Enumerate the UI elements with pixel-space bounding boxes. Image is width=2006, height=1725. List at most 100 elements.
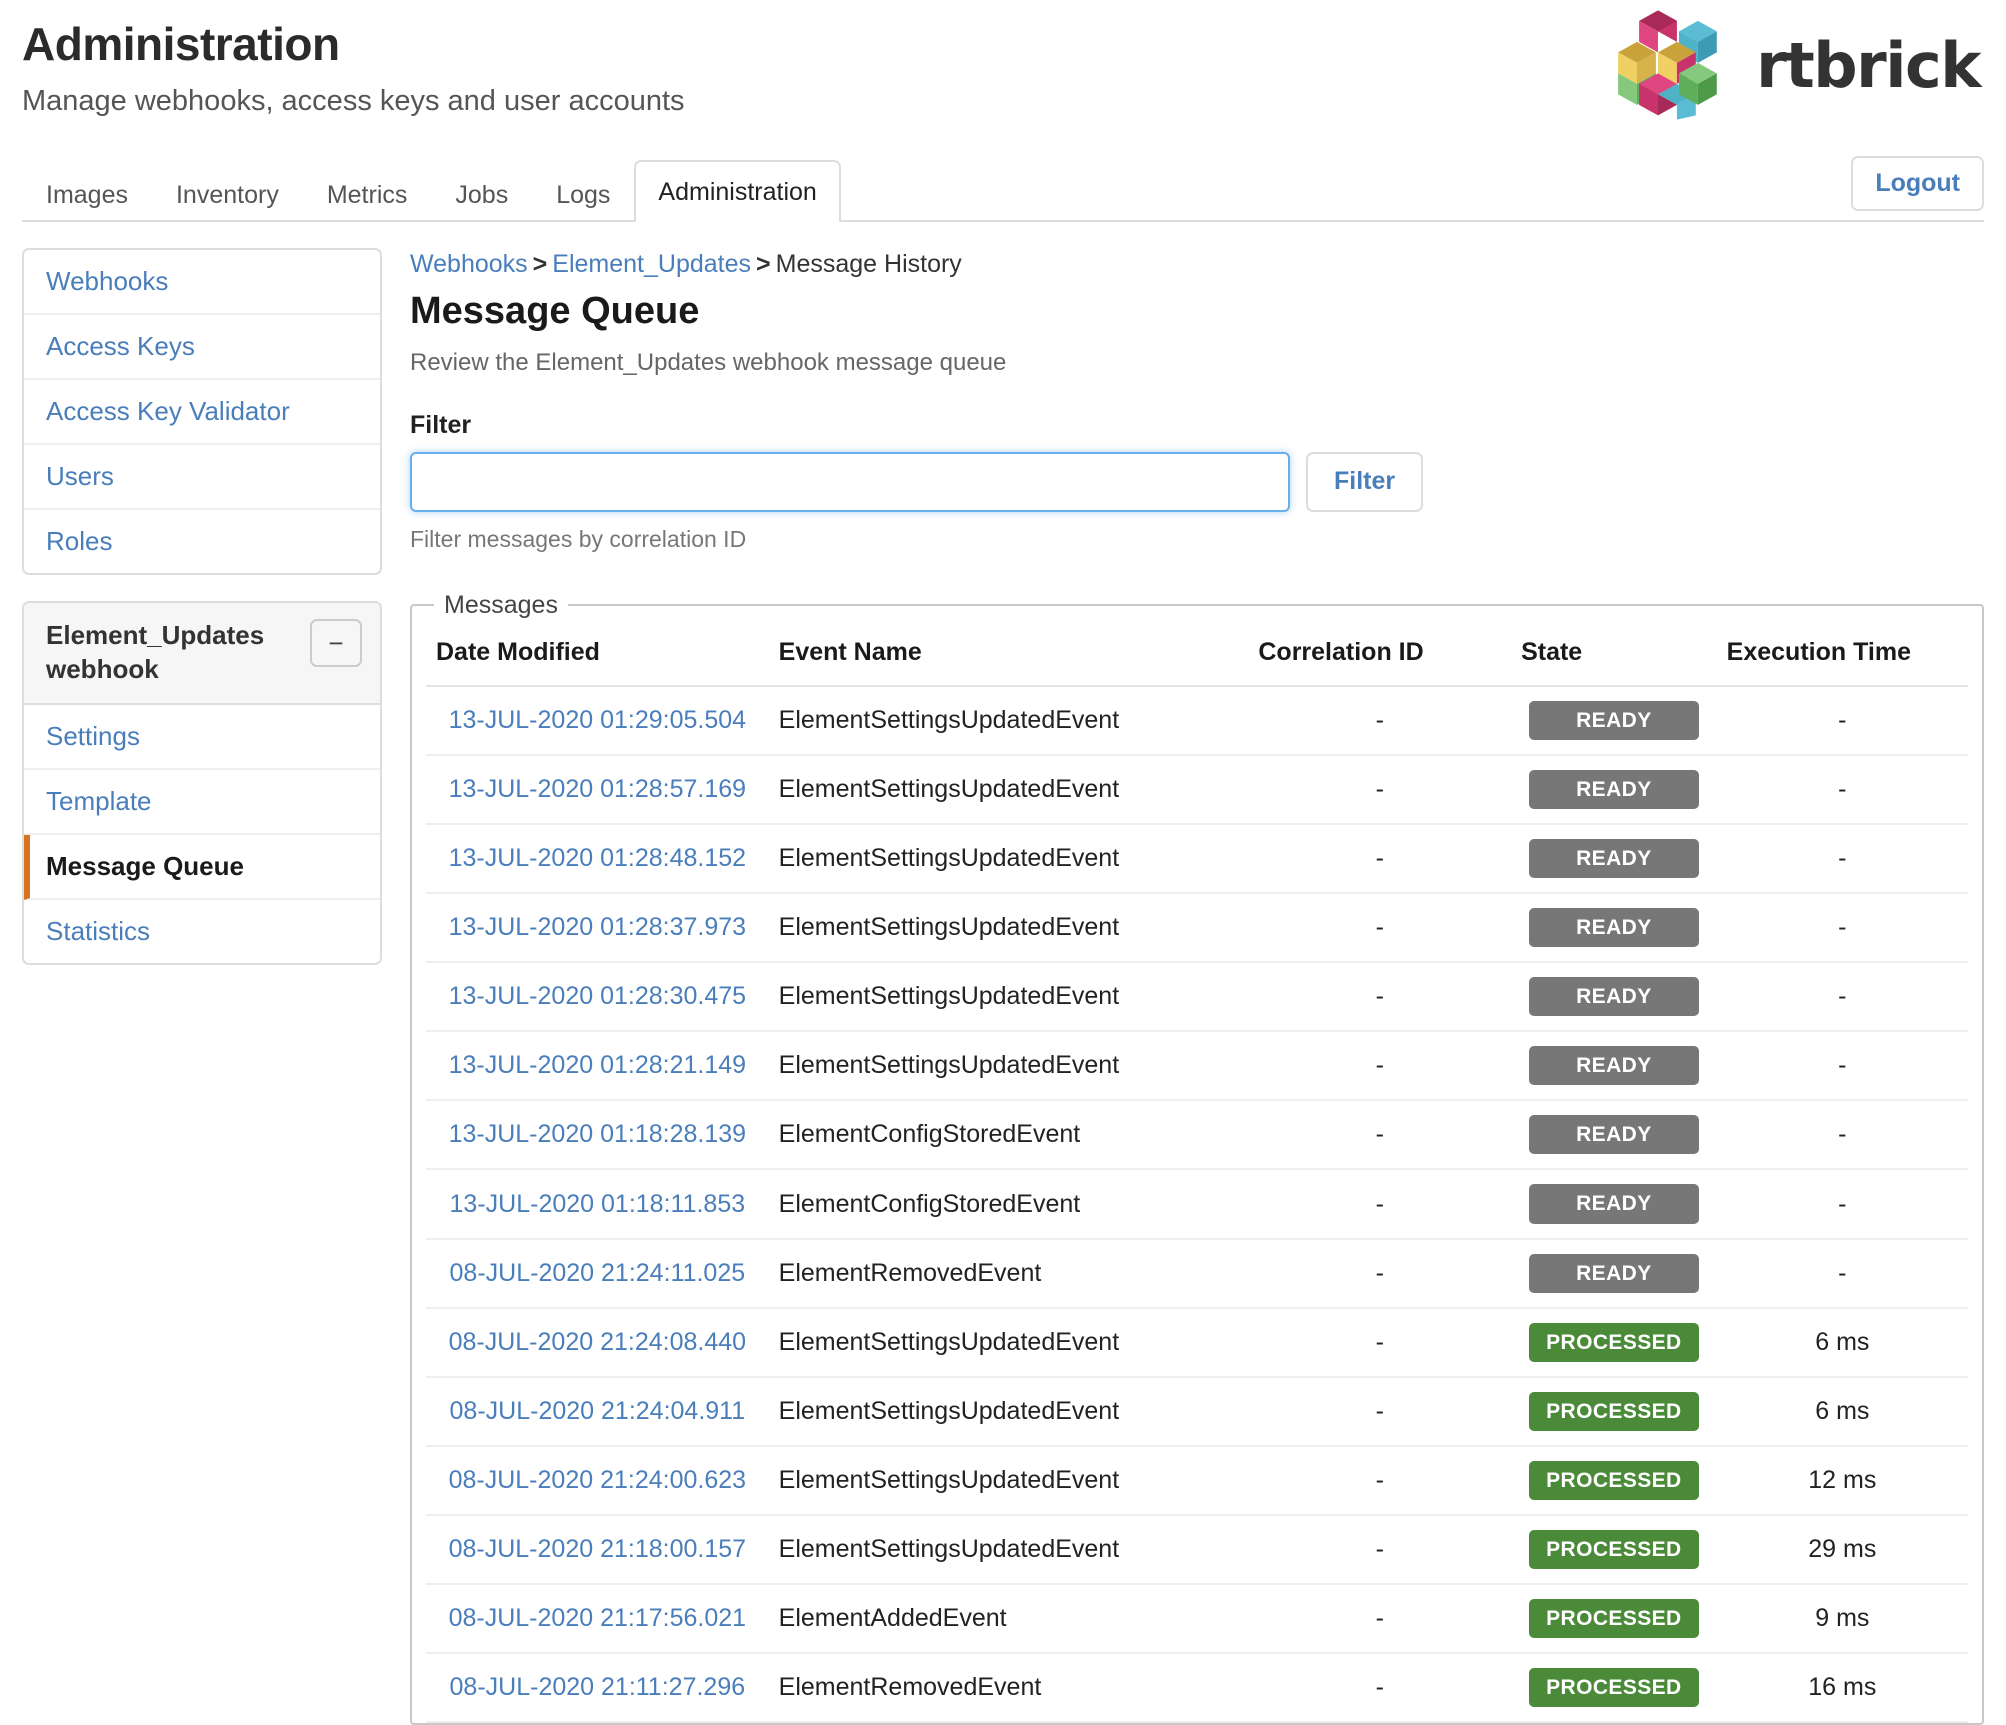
table-row: 08-JUL-2020 21:24:08.440 ElementSettingsU… — [426, 1307, 1968, 1378]
table-row: 08-JUL-2020 21:24:04.911 ElementSettingsU… — [426, 1376, 1968, 1447]
cell-state: READY — [1511, 1238, 1717, 1309]
message-date-link[interactable]: 08-JUL-2020 21:17:56.021 — [449, 1604, 746, 1632]
cell-execution-time: 16 ms — [1716, 1653, 1968, 1724]
message-date-link[interactable]: 08-JUL-2020 21:11:27.296 — [450, 1673, 746, 1701]
sidebar-item-message-queue[interactable]: Message Queue — [24, 834, 380, 900]
cell-state: READY — [1511, 1100, 1717, 1171]
cell-execution-time: - — [1716, 1031, 1968, 1102]
message-date-link[interactable]: 08-JUL-2020 21:24:11.025 — [450, 1259, 746, 1287]
cell-correlation-id: - — [1248, 893, 1512, 964]
filter-input[interactable] — [410, 451, 1290, 512]
brand-logo: rtbrick — [1616, 6, 1981, 124]
column-header-event-name[interactable]: Event Name — [768, 623, 1249, 687]
status-badge: PROCESSED — [1528, 1668, 1699, 1708]
filter-button[interactable]: Filter — [1306, 451, 1424, 512]
tab-logs[interactable]: Logs — [532, 169, 634, 222]
sidebar-item-template[interactable]: Template — [24, 770, 380, 835]
cell-date-modified: 08-JUL-2020 21:24:00.623 — [426, 1445, 769, 1516]
sidebar-item-access-key-validator[interactable]: Access Key Validator — [24, 380, 380, 445]
cell-correlation-id: - — [1248, 754, 1512, 825]
cell-correlation-id: - — [1248, 1584, 1512, 1655]
message-date-link[interactable]: 13-JUL-2020 01:18:11.853 — [450, 1190, 746, 1218]
webhook-card-header: Element_Updates webhook − — [24, 603, 380, 705]
filter-row: Filter — [410, 451, 1984, 512]
cell-event-name: ElementSettingsUpdatedEvent — [768, 1376, 1249, 1447]
column-header-state[interactable]: State — [1511, 623, 1717, 687]
cell-correlation-id: - — [1248, 1445, 1512, 1516]
cell-event-name: ElementSettingsUpdatedEvent — [768, 962, 1249, 1033]
message-date-link[interactable]: 13-JUL-2020 01:28:30.475 — [449, 982, 746, 1010]
table-row: 13-JUL-2020 01:18:28.139 ElementConfigSto… — [426, 1100, 1968, 1171]
breadcrumb-separator: > — [756, 250, 771, 278]
table-row: 13-JUL-2020 01:28:30.475 ElementSettingsU… — [426, 962, 1968, 1033]
tab-metrics[interactable]: Metrics — [303, 169, 432, 222]
cell-execution-time: 12 ms — [1716, 1445, 1968, 1516]
sidebar-item-access-keys[interactable]: Access Keys — [24, 315, 380, 380]
cell-execution-time: 9 ms — [1716, 1584, 1968, 1655]
message-date-link[interactable]: 13-JUL-2020 01:28:21.149 — [449, 1051, 746, 1079]
cell-correlation-id: - — [1248, 962, 1512, 1033]
cell-state: READY — [1511, 685, 1717, 756]
message-date-link[interactable]: 13-JUL-2020 01:29:05.504 — [449, 706, 746, 734]
status-badge: READY — [1528, 1253, 1699, 1293]
cell-execution-time: - — [1716, 893, 1968, 964]
main-content: Webhooks > Element_Updates > Message History… — [410, 248, 1984, 1725]
cell-date-modified: 08-JUL-2020 21:11:27.296 — [426, 1653, 769, 1724]
message-date-link[interactable]: 08-JUL-2020 21:18:00.157 — [449, 1535, 746, 1563]
breadcrumb-item-element-updates[interactable]: Element_Updates — [552, 250, 751, 278]
cell-event-name: ElementConfigStoredEvent — [768, 1169, 1249, 1240]
message-date-link[interactable]: 08-JUL-2020 21:24:00.623 — [449, 1466, 746, 1494]
status-badge: PROCESSED — [1528, 1460, 1699, 1500]
cell-event-name: ElementAddedEvent — [768, 1584, 1249, 1655]
sidebar-item-settings[interactable]: Settings — [24, 705, 380, 770]
cell-correlation-id: - — [1248, 685, 1512, 756]
tab-administration[interactable]: Administration — [634, 160, 841, 222]
tab-inventory[interactable]: Inventory — [152, 169, 303, 222]
sidebar-item-statistics[interactable]: Statistics — [24, 900, 380, 963]
cell-state: READY — [1511, 962, 1717, 1033]
cell-state: PROCESSED — [1511, 1653, 1717, 1724]
cell-state: PROCESSED — [1511, 1376, 1717, 1447]
message-date-link[interactable]: 08-JUL-2020 21:24:08.440 — [449, 1328, 746, 1356]
status-badge: READY — [1528, 700, 1699, 740]
cell-correlation-id: - — [1248, 1238, 1512, 1309]
tab-images[interactable]: Images — [22, 169, 152, 222]
message-date-link[interactable]: 13-JUL-2020 01:28:48.152 — [449, 844, 746, 872]
status-badge: PROCESSED — [1528, 1391, 1699, 1431]
cell-event-name: ElementRemovedEvent — [768, 1653, 1249, 1724]
cell-date-modified: 13-JUL-2020 01:18:28.139 — [426, 1100, 769, 1171]
status-badge: READY — [1528, 1046, 1699, 1086]
logout-button[interactable]: Logout — [1851, 156, 1984, 211]
page-header: Administration Manage webhooks, access k… — [0, 0, 2006, 158]
tab-jobs[interactable]: Jobs — [431, 169, 532, 222]
message-date-link[interactable]: 13-JUL-2020 01:18:28.139 — [449, 1120, 746, 1148]
cell-correlation-id: - — [1248, 1100, 1512, 1171]
breadcrumb-separator: > — [532, 250, 548, 278]
filter-hint: Filter messages by correlation ID — [410, 525, 747, 552]
cell-date-modified: 13-JUL-2020 01:18:11.853 — [426, 1169, 769, 1240]
message-date-link[interactable]: 13-JUL-2020 01:28:37.973 — [449, 913, 746, 941]
cell-event-name: ElementSettingsUpdatedEvent — [768, 754, 1249, 825]
cell-event-name: ElementSettingsUpdatedEvent — [768, 1514, 1249, 1586]
table-row: 13-JUL-2020 01:29:05.504 ElementSettingsU… — [426, 685, 1968, 756]
brand-name: rtbrick — [1756, 28, 1981, 102]
cell-event-name: ElementSettingsUpdatedEvent — [768, 893, 1249, 964]
table-row: 08-JUL-2020 21:24:11.025 ElementRemovedEv… — [426, 1238, 1968, 1309]
sidebar-item-webhooks[interactable]: Webhooks — [24, 250, 380, 315]
cell-state: PROCESSED — [1511, 1514, 1717, 1586]
status-badge: READY — [1528, 1115, 1699, 1155]
table-header-row: Date Modified Event Name Correlation ID … — [426, 623, 1968, 687]
collapse-minus-icon[interactable]: − — [310, 619, 362, 667]
cell-correlation-id: - — [1248, 1169, 1512, 1240]
main-tabbar: Images Inventory Metrics Jobs Logs Admin… — [22, 156, 1984, 222]
cell-state: READY — [1511, 1169, 1717, 1240]
message-date-link[interactable]: 13-JUL-2020 01:28:57.169 — [449, 775, 746, 803]
column-header-execution-time[interactable]: Execution Time — [1716, 623, 1968, 687]
column-header-correlation-id[interactable]: Correlation ID — [1248, 623, 1512, 687]
sidebar-item-roles[interactable]: Roles — [24, 510, 380, 573]
breadcrumb-item-webhooks[interactable]: Webhooks — [410, 250, 528, 278]
sidebar-item-users[interactable]: Users — [24, 445, 380, 510]
message-date-link[interactable]: 08-JUL-2020 21:24:04.911 — [450, 1397, 746, 1425]
column-header-date-modified[interactable]: Date Modified — [426, 623, 769, 687]
cell-execution-time: - — [1716, 1238, 1968, 1309]
